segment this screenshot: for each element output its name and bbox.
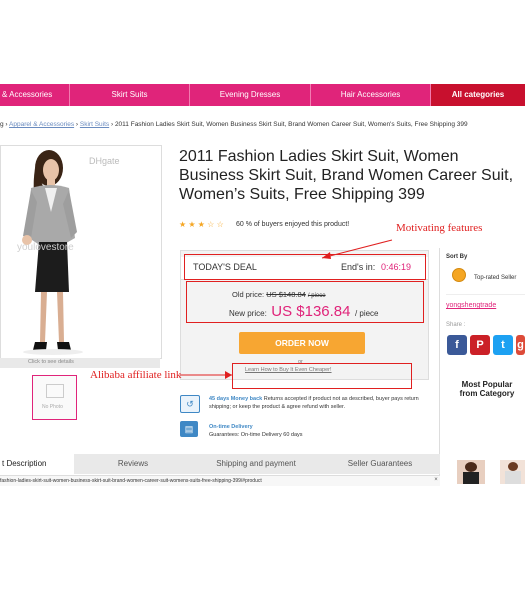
money-back-title: 45 days Money back [209,396,263,402]
delivery-icon: ▤ [180,421,198,437]
money-back-block: 45 days Money back Returns accepted if p… [209,395,424,411]
sidebar-sep-1 [446,294,525,295]
delivery-text: Guarantees: On-time Delivery 60 days [209,432,303,438]
sort-by-label: Sort By [446,254,468,260]
top-rated-seller-label: Top-rated Seller [474,275,517,281]
delivery-title: On-time Delivery [209,424,253,430]
share-label: Share : [446,322,466,328]
pinterest-share-icon[interactable]: P [470,335,490,355]
seller-name-link[interactable]: yongshengtrade [446,302,496,309]
status-bar-url: fashion-ladies-skirt-suit-women-business… [0,475,440,486]
tab-reviews[interactable]: Reviews [74,454,192,474]
facebook-share-icon[interactable]: f [447,335,467,355]
annotation-motivating: Motivating features [396,222,483,234]
annotation-arrows [180,239,393,379]
money-back-icon: ↺ [180,395,200,413]
popular-thumb-2[interactable] [500,460,525,484]
status-close-icon[interactable]: × [432,476,440,484]
top-rated-medal-icon [452,268,466,282]
product-tabs: t Description Reviews Shipping and payme… [0,454,440,474]
tab-description[interactable]: t Description [0,454,74,474]
tab-shipping[interactable]: Shipping and payment [194,454,318,474]
most-popular-heading: Most Popular from Category [459,380,515,398]
popular-thumb-1[interactable] [457,460,485,484]
twitter-share-icon[interactable]: t [493,335,513,355]
tab-seller-guarantees[interactable]: Seller Guarantees [320,454,440,474]
annotation-affiliate: Alibaba affiliate link [90,369,182,381]
googleplus-share-icon[interactable]: g [516,335,525,355]
status-url-text: fashion-ladies-skirt-suit-women-business… [0,478,262,484]
sidebar-divider [439,248,440,483]
delivery-block: On-time Delivery Guarantees: On-time Del… [209,423,303,439]
